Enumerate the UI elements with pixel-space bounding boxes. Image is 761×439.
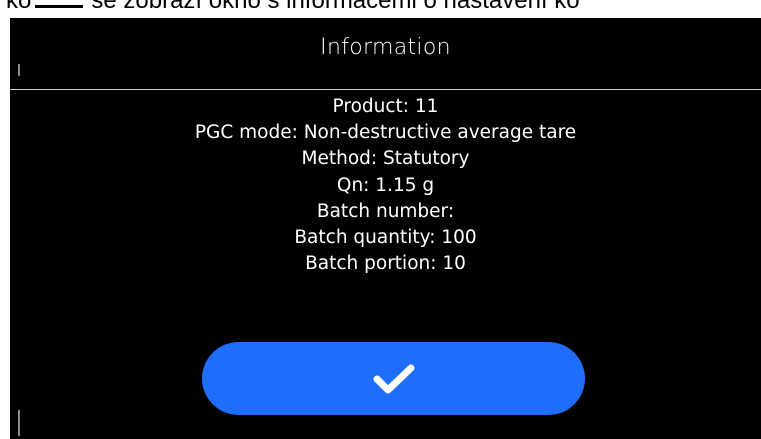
info-qn: Qn: 1.15 g — [336, 174, 435, 196]
device-screen: Information Product: 11 PGC mode: Non-de… — [10, 18, 761, 439]
title-divider — [10, 89, 761, 90]
info-batch-number: Batch number: — [316, 200, 455, 222]
info-batch-portion: Batch portion: 10 — [305, 253, 466, 275]
screen-edge-mark — [18, 64, 20, 76]
info-batch-quantity: Batch quantity: 100 — [294, 227, 477, 249]
screen-edge-mark — [18, 410, 20, 436]
info-method: Method: Statutory — [301, 148, 470, 170]
checkmark-icon — [373, 364, 414, 393]
info-pgc-mode: PGC mode: Non-destructive average tare — [194, 122, 577, 144]
confirm-button[interactable] — [202, 342, 585, 415]
info-product: Product: 11 — [332, 96, 439, 117]
page: ko se zobrazí okno s informacemi o nastav… — [0, 0, 761, 439]
caption-text-after: se zobrazí okno s informacemi o nastaven… — [91, 0, 580, 14]
info-list: Product: 11 PGC mode: Non-destructive av… — [10, 94, 761, 277]
document-caption: ko se zobrazí okno s informacemi o nastav… — [6, 0, 580, 15]
tare-key-icon — [35, 0, 84, 8]
caption-text-before: ko — [6, 0, 32, 14]
dialog-title: Information — [320, 35, 451, 60]
